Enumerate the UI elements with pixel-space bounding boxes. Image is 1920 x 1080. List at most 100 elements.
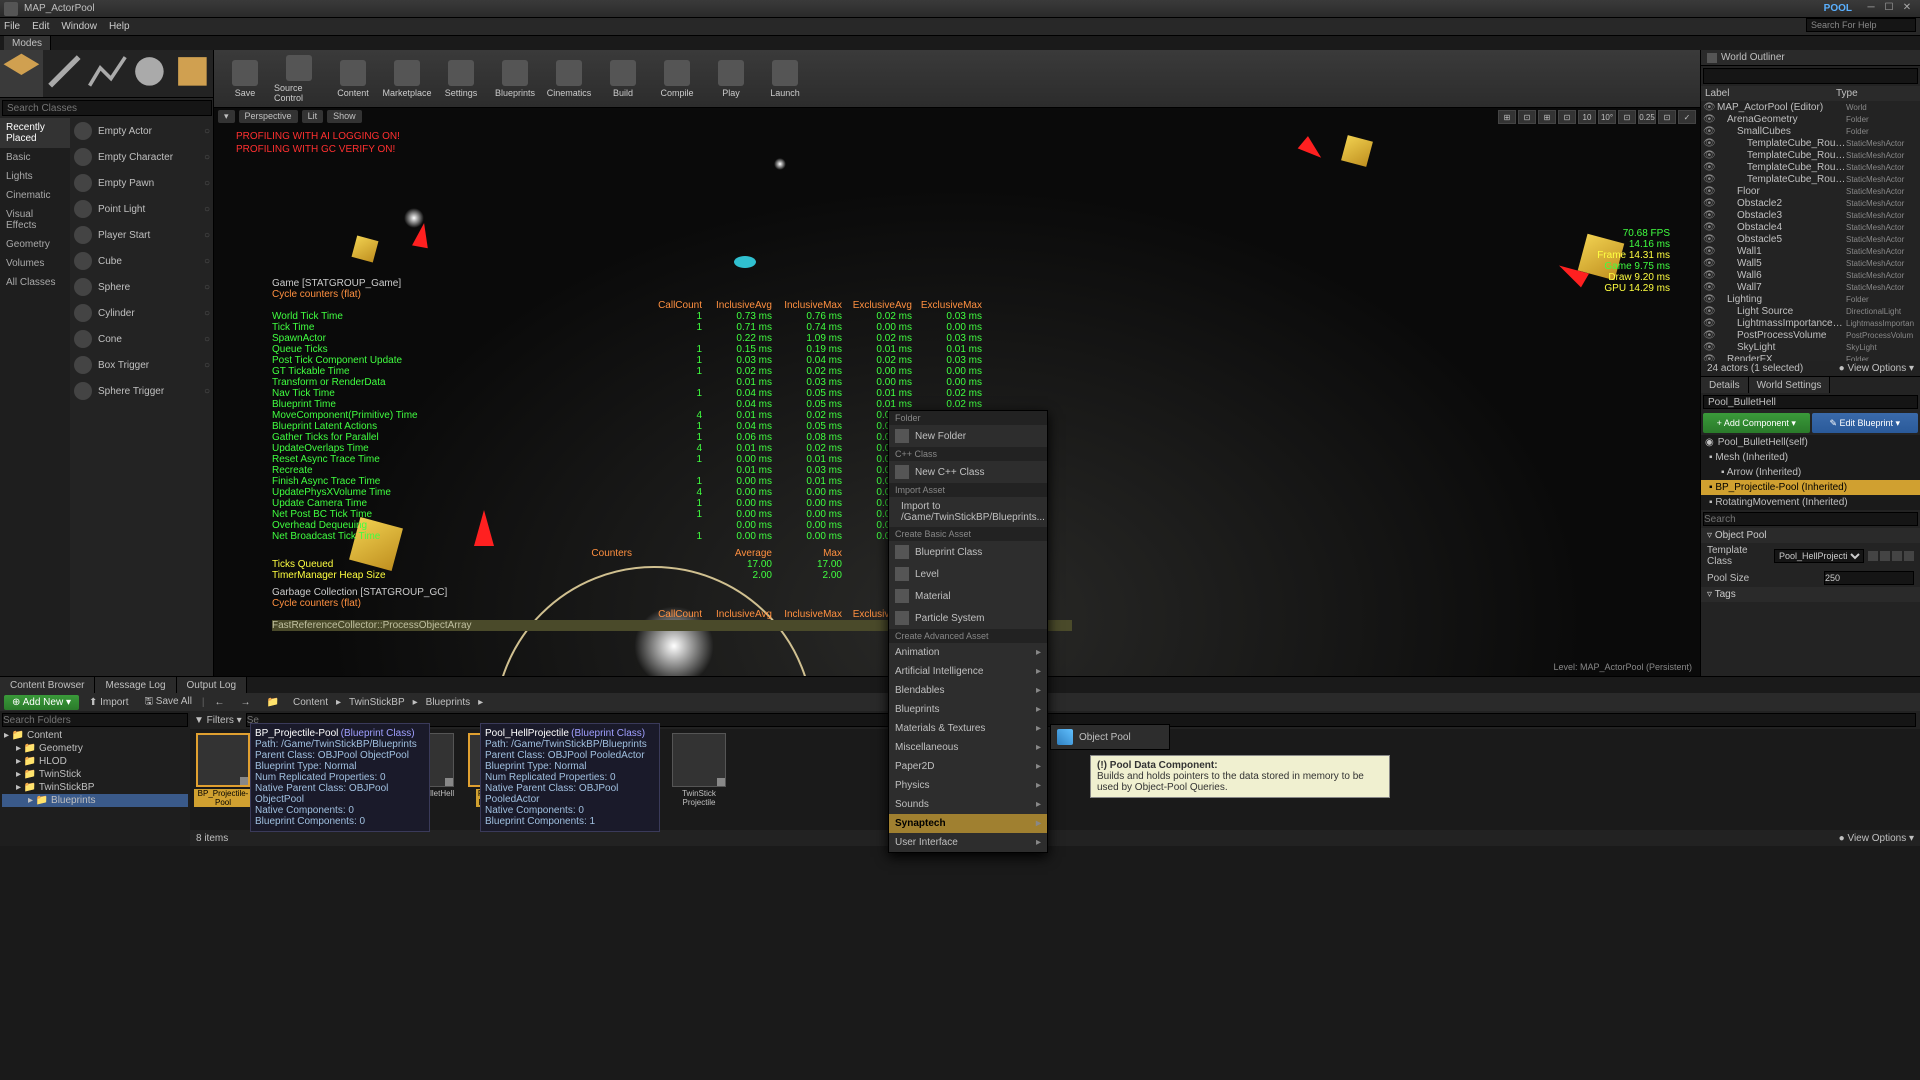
actor-name-field[interactable]: Pool_BulletHell (1703, 395, 1918, 409)
ctx-sounds[interactable]: Sounds▸ (889, 795, 1047, 814)
foliage-mode-icon[interactable] (128, 50, 171, 97)
ctx-level[interactable]: Level (889, 563, 1047, 585)
pin-icon[interactable]: ○ (204, 126, 210, 137)
outliner-row[interactable]: 👁Wall6StaticMeshActor (1701, 269, 1920, 281)
asset-item[interactable]: TwinStickProjectile (670, 733, 728, 826)
cat-lights[interactable]: Lights (0, 167, 70, 186)
actor-player-start[interactable]: Player Start○ (70, 222, 214, 248)
scene-arrow[interactable] (412, 222, 432, 248)
ctx-blendables[interactable]: Blendables▸ (889, 681, 1047, 700)
ctx-paper-d[interactable]: Paper2D▸ (889, 757, 1047, 776)
ctx-new-cpp[interactable]: New C++ Class (889, 461, 1047, 483)
outliner-row[interactable]: 👁TemplateCube_Rounded_3StaticMeshActor (1701, 137, 1920, 149)
outliner-row[interactable]: 👁LightingFolder (1701, 293, 1920, 305)
outliner-row[interactable]: 👁MAP_ActorPool (Editor)World (1701, 101, 1920, 113)
eye-icon[interactable]: 👁 (1703, 306, 1713, 317)
paint-mode-icon[interactable] (43, 50, 86, 97)
scene-arrow[interactable] (1298, 136, 1327, 164)
pin-icon[interactable]: ○ (204, 204, 210, 215)
pin-icon[interactable]: ○ (204, 152, 210, 163)
eye-icon[interactable]: 👁 (1703, 174, 1713, 185)
outliner-row[interactable]: 👁ArenaGeometryFolder (1701, 113, 1920, 125)
vp-lit[interactable]: Lit (302, 110, 324, 123)
section-tags[interactable]: ▿ Tags (1701, 587, 1920, 602)
outliner-row[interactable]: 👁Obstacle2StaticMeshActor (1701, 197, 1920, 209)
actor-empty-character[interactable]: Empty Character○ (70, 144, 214, 170)
world-settings-tab[interactable]: World Settings (1749, 377, 1831, 393)
save-all-button[interactable]: 🖫 Save All (138, 692, 197, 713)
pool-size-input[interactable] (1824, 571, 1914, 585)
eye-icon[interactable]: 👁 (1703, 342, 1713, 353)
add-component-button[interactable]: + Add Component ▾ (1703, 413, 1810, 433)
crumb-content[interactable]: Content (289, 697, 332, 708)
outliner-row[interactable]: 👁LightmassImportanceVolumeLightmassImpor… (1701, 317, 1920, 329)
edit-blueprint-button[interactable]: ✎ Edit Blueprint ▾ (1812, 413, 1919, 433)
nav-back-button[interactable]: ← (209, 695, 231, 710)
pin-icon[interactable]: ○ (204, 256, 210, 267)
menu-help[interactable]: Help (109, 21, 130, 32)
ctx-object-pool[interactable]: Object Pool (1051, 725, 1169, 749)
actor-cylinder[interactable]: Cylinder○ (70, 300, 214, 326)
tree-row[interactable]: ▸ 📁 Blueprints (2, 794, 188, 807)
tree-row[interactable]: ▸ 📁 TwinStickBP (2, 781, 188, 794)
vp-snap-4[interactable]: 10 (1578, 110, 1596, 124)
outliner-row[interactable]: 👁FloorStaticMeshActor (1701, 185, 1920, 197)
minimize-button[interactable]: ─ (1862, 2, 1880, 16)
ctx-material[interactable]: Material (889, 585, 1047, 607)
outliner-row[interactable]: 👁Wall5StaticMeshActor (1701, 257, 1920, 269)
actor-point-light[interactable]: Point Light○ (70, 196, 214, 222)
crumb-blueprints[interactable]: Blueprints (422, 697, 474, 708)
ctx-new-folder[interactable]: New Folder (889, 425, 1047, 447)
cat-geometry[interactable]: Geometry (0, 235, 70, 254)
eye-icon[interactable]: 👁 (1703, 222, 1713, 233)
outliner-row[interactable]: 👁Wall1StaticMeshActor (1701, 245, 1920, 257)
actor-cube[interactable]: Cube○ (70, 248, 214, 274)
scene-projectile[interactable] (734, 256, 756, 268)
nav-fwd-button[interactable]: → (235, 695, 257, 710)
ctx-synaptech[interactable]: Synaptech▸ (889, 814, 1047, 833)
tool-build[interactable]: Build (598, 53, 648, 105)
sources-search-input[interactable] (2, 713, 188, 727)
eye-icon[interactable]: 👁 (1703, 354, 1713, 362)
tree-row[interactable]: ▸ 📁 TwinStick (2, 768, 188, 781)
outliner-row[interactable]: 👁Obstacle4StaticMeshActor (1701, 221, 1920, 233)
ctx-artificial-intelligence[interactable]: Artificial Intelligence▸ (889, 662, 1047, 681)
search-classes-input[interactable] (2, 100, 212, 116)
tree-row[interactable]: ▸ 📁 Content (2, 729, 188, 742)
cat-volumes[interactable]: Volumes (0, 254, 70, 273)
eye-icon[interactable]: 👁 (1703, 330, 1713, 341)
details-search-input[interactable] (1703, 512, 1918, 526)
import-button[interactable]: ⬆ Import (83, 695, 135, 710)
outliner-row[interactable]: 👁RenderFXFolder (1701, 353, 1920, 361)
outliner-row[interactable]: 👁Obstacle3StaticMeshActor (1701, 209, 1920, 221)
eye-icon[interactable]: 👁 (1703, 318, 1713, 329)
vp-snap-0[interactable]: ⊞ (1498, 110, 1516, 124)
geometry-mode-icon[interactable] (171, 50, 214, 97)
tool-source-control[interactable]: Source Control (274, 53, 324, 105)
actor-cone[interactable]: Cone○ (70, 326, 214, 352)
ctx-import-to[interactable]: Import to /Game/TwinStickBP/Blueprints..… (889, 497, 1047, 527)
ctx-materials---textures[interactable]: Materials & Textures▸ (889, 719, 1047, 738)
actor-empty-actor[interactable]: Empty Actor○ (70, 118, 214, 144)
browse-icon[interactable] (1868, 551, 1878, 561)
menu-edit[interactable]: Edit (32, 21, 49, 32)
ctx-particle-system[interactable]: Particle System (889, 607, 1047, 629)
outliner-row[interactable]: 👁Obstacle5StaticMeshActor (1701, 233, 1920, 245)
tool-marketplace[interactable]: Marketplace (382, 53, 432, 105)
tool-cinematics[interactable]: Cinematics (544, 53, 594, 105)
eye-icon[interactable]: 👁 (1703, 162, 1713, 173)
eye-icon[interactable]: 👁 (1703, 294, 1713, 305)
vp-perspective[interactable]: Perspective (239, 110, 298, 123)
ctx-physics[interactable]: Physics▸ (889, 776, 1047, 795)
outliner-row[interactable]: 👁SmallCubesFolder (1701, 125, 1920, 137)
component-row[interactable]: ▪ BP_Projectile-Pool (Inherited) (1701, 480, 1920, 495)
outliner-row[interactable]: 👁PostProcessVolumePostProcessVolum (1701, 329, 1920, 341)
tool-blueprints[interactable]: Blueprints (490, 53, 540, 105)
vp-snap-3[interactable]: ⊡ (1558, 110, 1576, 124)
component-row[interactable]: ▪ RotatingMovement (Inherited) (1701, 495, 1920, 510)
outliner-row[interactable]: 👁Wall7StaticMeshActor (1701, 281, 1920, 293)
outliner-row[interactable]: 👁TemplateCube_Rounded_4StaticMeshActor (1701, 149, 1920, 161)
tree-row[interactable]: ▸ 📁 HLOD (2, 755, 188, 768)
eye-icon[interactable]: 👁 (1703, 114, 1713, 125)
ctx-blueprints[interactable]: Blueprints▸ (889, 700, 1047, 719)
